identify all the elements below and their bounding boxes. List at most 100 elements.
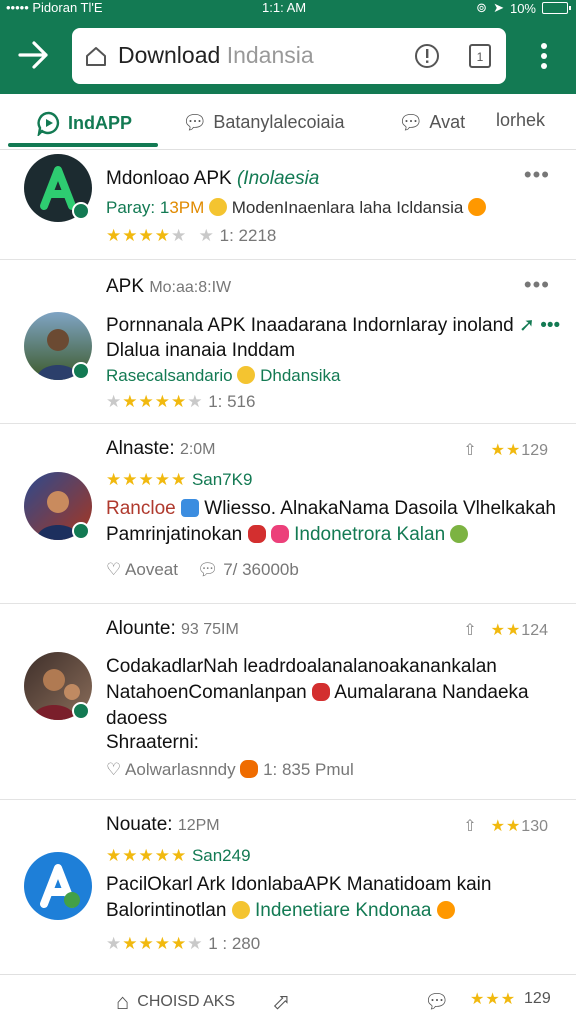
rating-row: ★★★★★★ 1: 516	[106, 392, 255, 412]
share-arrow-icon[interactable]: ➚ •••	[519, 315, 560, 336]
comment-button[interactable]: 💬︎ 7/ 36000b	[197, 560, 299, 579]
post-card[interactable]: Alounte: 93 75IM ⇧ ★★124 CodakadlarNah l…	[0, 604, 576, 800]
battery-percent: 10%	[509, 0, 536, 16]
more-options-icon[interactable]: •••	[524, 272, 550, 298]
smile-emoji-icon	[237, 366, 256, 384]
share-icon[interactable]: ⇧	[463, 816, 476, 836]
post-card[interactable]: Nouate: 12PM ⇧ ★★130 ★★★★★ San249 PacilO…	[0, 800, 576, 974]
share-icon[interactable]: ⇧	[463, 440, 476, 460]
tab-label: IndAPP	[68, 112, 133, 133]
speech-bubble-icon: 💬︎	[182, 112, 208, 134]
post-header: Nouate: 12PM	[106, 814, 220, 835]
chat-bubble-icon	[37, 111, 60, 136]
app-logo-avatar	[24, 852, 92, 920]
svg-text:1: 1	[477, 50, 484, 64]
send-icon: ⬀	[272, 989, 291, 1014]
verified-badge-icon	[72, 522, 90, 540]
verified-badge-icon	[72, 702, 90, 720]
back-arrow-icon[interactable]	[14, 38, 54, 72]
info-icon[interactable]	[414, 43, 440, 69]
star-rating-icon: ★★★★★ ★	[106, 226, 215, 245]
tab-label: lorhek	[496, 110, 546, 130]
browser-toolbar: Download Indansia 1	[0, 16, 576, 94]
rating-row: ★★★★★ ★ 1: 2218	[106, 226, 276, 246]
star-rating-icon: ★★★	[470, 991, 517, 1008]
status-icons: ⊚ ➤ 10%	[476, 0, 571, 16]
home-icon[interactable]	[84, 45, 108, 67]
action-row: ♡ Aolwarlasnndy 1: 835 Pmul	[106, 760, 354, 779]
share-button[interactable]: ⬀	[272, 989, 290, 1015]
flag-emoji-icon	[468, 198, 487, 216]
tab-lorhek[interactable]: lorhek	[496, 110, 545, 131]
share-icon[interactable]: ⇧	[463, 620, 476, 640]
rating-summary: ⇧ ★★129	[463, 440, 548, 460]
like-button[interactable]: ♡ Aolwarlasnndy	[106, 760, 236, 779]
status-bar: ••••• Pidoran Tl'E 1:1: AM ⊚ ➤ 10%	[0, 0, 576, 16]
bottom-center-label: CHOISD AKS	[137, 993, 236, 1010]
active-tab-indicator	[8, 143, 158, 147]
post-body-line: Dlalua inanaia Inddam	[106, 340, 296, 361]
star-rating-icon: ★★	[490, 622, 522, 639]
bottom-rating: ★★★ 129	[470, 990, 551, 1008]
clock: 1:1: AM	[262, 0, 307, 15]
post-meta: ★★★★★ San7K9	[106, 470, 253, 489]
post-card[interactable]: Alnaste: 2:0M ⇧ ★★129 ★★★★★ San7K9 Rancl…	[0, 424, 576, 604]
post-header: APK Mo:aa:8:IW	[106, 276, 232, 297]
tab-label: Batanylalecoiaia	[213, 112, 345, 132]
post-card[interactable]: Mdonloao APK (Inolaesia ••• Paray: 13PM …	[0, 150, 576, 260]
post-body-line: NatahoenComanlanpan Aumalarana Nandaeka	[106, 682, 529, 703]
post-body-line: Shraaterni:	[106, 732, 199, 753]
rating-row: ★★★★★★ 1 : 280	[106, 934, 260, 954]
rating-summary: ⇧ ★★130	[463, 816, 548, 836]
wifi-icon: ⊚	[476, 0, 488, 15]
star-rating-icon: ★★★★★★	[106, 934, 204, 953]
post-title: Mdonloao APK (Inolaesia	[106, 168, 320, 189]
heart-emoji-icon	[312, 683, 330, 701]
tabs-icon[interactable]: 1	[468, 42, 492, 70]
location-icon: ➤	[493, 0, 504, 15]
speech-bubble-icon: 💬︎	[398, 112, 424, 134]
laugh-emoji-icon	[450, 525, 469, 543]
more-options-icon[interactable]: •••	[524, 162, 550, 188]
star-rating-icon: ★★	[490, 818, 522, 835]
carrier-label: ••••• Pidoran Tl'E	[6, 0, 103, 15]
tab-label: Avat	[429, 112, 466, 132]
verified-badge-icon	[72, 362, 90, 380]
url-bar[interactable]: Download Indansia 1	[72, 28, 506, 84]
post-header: Alounte: 93 75IM	[106, 618, 239, 639]
post-card[interactable]: APK Mo:aa:8:IW ••• Pornnanala APK Inaada…	[0, 260, 576, 424]
url-tail: Indansia	[226, 42, 314, 68]
bottom-action-bar: ⌂ CHOISD AKS ⬀ 💬︎ ★★★ 129	[0, 974, 576, 1024]
home-outline-icon: ⌂	[116, 989, 130, 1014]
post-body-line: Pamrinjatinokan Indonetrora Kalan	[106, 524, 469, 546]
heart-emoji-icon	[247, 525, 266, 543]
verified-badge-icon	[72, 202, 90, 220]
like-button[interactable]: ♡ Aoveat	[106, 560, 178, 579]
tab-batanylalecoiaia[interactable]: 💬︎ Batanylalecoiaia	[182, 110, 344, 135]
post-body-line: PacilOkarl Ark IdonlabaAPK Manatidoam ka…	[106, 874, 492, 895]
speech-bubble-icon: 💬︎	[424, 991, 450, 1013]
post-body-line: Balorintinotlan Indenetiare Kndonaa	[106, 900, 455, 922]
comment-button[interactable]: 💬︎	[424, 989, 449, 1014]
rating-count: 1 : 280	[208, 934, 261, 953]
info-emoji-icon	[181, 499, 199, 517]
post-meta: ★★★★★ San249	[106, 846, 251, 865]
smile-emoji-icon	[231, 901, 250, 919]
app-logo-icon	[40, 864, 80, 908]
post-subtitle: Paray: 13PM ModenInaenlara laha Icldansi…	[106, 198, 487, 218]
home-button[interactable]: ⌂ CHOISD AKS	[116, 989, 235, 1015]
star-rating-icon: ★★★★★	[106, 846, 188, 865]
url-text[interactable]: Download Indansia	[118, 42, 314, 69]
battery-icon	[542, 2, 571, 14]
post-body-line: Pornnanala APK Inaadarana Indornlaray in…	[106, 315, 561, 336]
flag-emoji-icon	[436, 901, 455, 919]
rating-summary: ⇧ ★★124	[463, 620, 548, 640]
star-rating-icon: ★★★★★★	[106, 392, 204, 411]
overflow-menu-icon[interactable]	[532, 38, 556, 74]
tab-avat[interactable]: 💬︎ Avat	[398, 110, 465, 135]
action-row: ♡ Aoveat 💬︎ 7/ 36000b	[106, 560, 299, 580]
tab-bar: IndAPP 💬︎ Batanylalecoiaia 💬︎ Avat lorhe…	[0, 94, 576, 150]
rating-count: 1: 516	[208, 392, 256, 411]
tab-indapp[interactable]: IndAPP	[36, 110, 132, 136]
sticker-emoji-icon	[270, 525, 289, 543]
